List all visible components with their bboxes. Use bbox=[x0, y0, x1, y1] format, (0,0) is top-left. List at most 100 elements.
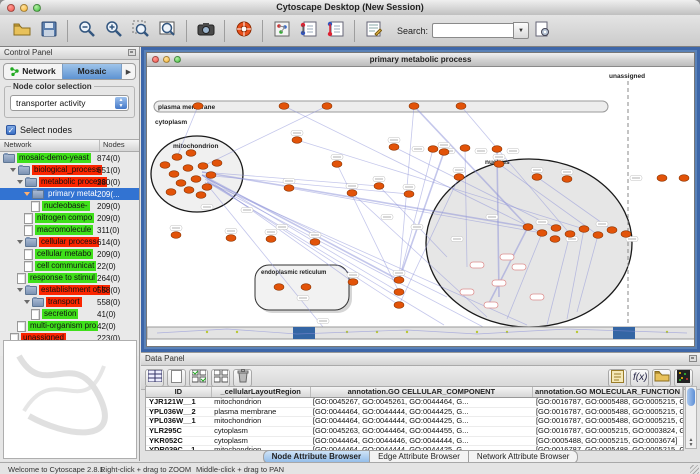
help-button[interactable] bbox=[231, 18, 256, 43]
network-node[interactable] bbox=[394, 302, 404, 309]
expander-icon[interactable] bbox=[24, 300, 30, 304]
table-cell[interactable]: [GO:0005488, GO:0005215, GO:0003674] bbox=[533, 437, 683, 446]
tree-row-cellular-process[interactable]: cellular process614(0) bbox=[0, 236, 139, 248]
column-header[interactable]: ID bbox=[146, 387, 212, 397]
table-cell[interactable]: [GO:0016787, GO:0005215, GO:0003824, G..… bbox=[533, 427, 683, 436]
table-scrollbar[interactable]: ▲▼ bbox=[685, 386, 697, 449]
tree-row-cell-communicat[interactable]: cell communicat22(0) bbox=[0, 260, 139, 272]
column-header[interactable]: annotation.GO CELLULAR_COMPONENT bbox=[311, 387, 533, 397]
tree-row-nucleobase-[interactable]: nucleobase-209(0) bbox=[0, 200, 139, 212]
network-node[interactable] bbox=[537, 230, 547, 237]
expander-icon[interactable] bbox=[17, 240, 23, 244]
float-data-panel-icon[interactable] bbox=[689, 355, 697, 362]
resize-grip[interactable] bbox=[690, 465, 699, 474]
select-attributes-button[interactable] bbox=[189, 369, 208, 387]
table-cell[interactable]: YPL036W__2 bbox=[146, 408, 211, 417]
network-node[interactable] bbox=[184, 187, 194, 194]
network-node[interactable] bbox=[332, 161, 342, 168]
table-cell[interactable]: [GO:0044464, GO:0044446, GO:0044444, G..… bbox=[310, 437, 533, 446]
open-file-button[interactable] bbox=[9, 18, 34, 43]
network-node[interactable] bbox=[310, 239, 320, 246]
network-node[interactable] bbox=[374, 183, 384, 190]
import-attributes-button[interactable] bbox=[652, 369, 671, 387]
network-node[interactable] bbox=[456, 103, 466, 110]
tab-network[interactable]: Network bbox=[4, 64, 62, 79]
network-node[interactable] bbox=[389, 144, 399, 151]
tree-row-metabolic-process[interactable]: metabolic process280(0) bbox=[0, 176, 139, 188]
table-cell[interactable]: [GO:0045263, GO:0044464, GO:0044455, G..… bbox=[310, 427, 533, 436]
tree-col-network[interactable]: Network bbox=[0, 140, 100, 151]
network-node[interactable] bbox=[494, 161, 504, 168]
tree-row-multi-organism-pro[interactable]: multi-organism pro42(0) bbox=[0, 320, 139, 332]
network-node[interactable] bbox=[274, 284, 284, 291]
network-node[interactable] bbox=[166, 189, 176, 196]
table-cell[interactable]: [GO:0016787, GO:0005488, GO:0005215, G..… bbox=[533, 408, 683, 417]
tree-row-primary-metabo[interactable]: primary metabo209(... bbox=[0, 188, 139, 200]
tree-row-cellular-metabo[interactable]: cellular metabo209(0) bbox=[0, 248, 139, 260]
network-node[interactable] bbox=[593, 232, 603, 239]
network-node[interactable] bbox=[172, 154, 182, 161]
table-cell[interactable]: [GO:0016787, GO:0005488, GO:0005215, G..… bbox=[533, 398, 683, 407]
node-attribute-tool-button[interactable] bbox=[296, 18, 321, 43]
network-node[interactable] bbox=[409, 103, 419, 110]
network-node[interactable] bbox=[301, 284, 311, 291]
network-node[interactable] bbox=[579, 226, 589, 233]
zoom-selected-region-button[interactable] bbox=[128, 18, 153, 43]
network-node[interactable] bbox=[176, 180, 186, 187]
tree-col-nodes[interactable]: Nodes bbox=[100, 140, 139, 151]
network-node[interactable] bbox=[551, 225, 561, 232]
network-node[interactable] bbox=[212, 160, 222, 167]
search-input[interactable] bbox=[432, 23, 513, 38]
table-row[interactable]: YLR295Ccytoplasm[GO:0045263, GO:0044464,… bbox=[146, 427, 683, 437]
network-node[interactable] bbox=[492, 146, 502, 153]
network-node[interactable] bbox=[460, 145, 470, 152]
network-node[interactable] bbox=[532, 174, 542, 181]
zoom-in-button[interactable] bbox=[101, 18, 126, 43]
table-cell[interactable]: [GO:0044464, GO:0044444, GO:0044425, G..… bbox=[310, 408, 533, 417]
expander-icon[interactable] bbox=[10, 168, 16, 172]
network-node[interactable] bbox=[292, 137, 302, 144]
network-node[interactable] bbox=[279, 103, 289, 110]
table-row[interactable]: YKR052Ccytoplasm[GO:0044464, GO:0044446,… bbox=[146, 437, 683, 447]
network-node[interactable] bbox=[523, 224, 533, 231]
network-canvas[interactable]: plasma membranecytoplasmnucleusmitochond… bbox=[147, 67, 694, 346]
save-session-button[interactable] bbox=[36, 18, 61, 43]
network-node[interactable] bbox=[348, 279, 358, 286]
tree-row-biological-process[interactable]: biological_process651(0) bbox=[0, 164, 139, 176]
select-nodes-checkbox[interactable]: ✓ bbox=[6, 125, 16, 135]
expander-icon[interactable] bbox=[17, 180, 23, 184]
network-node[interactable] bbox=[183, 165, 193, 172]
table-cell[interactable]: YJR121W__1 bbox=[146, 398, 211, 407]
network-node[interactable] bbox=[171, 232, 181, 239]
network-node[interactable] bbox=[562, 176, 572, 183]
table-row[interactable]: YPL036W__1mitochondrion[GO:0044464, GO:0… bbox=[146, 417, 683, 427]
table-cell[interactable]: plasma membrane bbox=[211, 408, 310, 417]
delete-attribute-button[interactable] bbox=[233, 369, 252, 387]
float-panel-icon[interactable] bbox=[128, 49, 136, 56]
network-node[interactable] bbox=[206, 172, 216, 179]
network-node[interactable] bbox=[169, 171, 179, 178]
network-node[interactable] bbox=[394, 289, 404, 296]
table-cell[interactable]: mitochondrion bbox=[211, 417, 310, 426]
table-cell[interactable]: [GO:0045267, GO:0045261, GO:0044464, G..… bbox=[310, 398, 533, 407]
network-node[interactable] bbox=[454, 174, 464, 181]
network-node[interactable] bbox=[621, 231, 631, 238]
network-node[interactable] bbox=[394, 277, 404, 284]
tree-row-transport[interactable]: transport558(0) bbox=[0, 296, 139, 308]
table-cell[interactable]: [GO:0016787, GO:0005488, GO:0005215, G..… bbox=[533, 417, 683, 426]
table-cell[interactable]: [GO:0044464, GO:0044444, GO:0044425, G..… bbox=[310, 417, 533, 426]
network-node[interactable] bbox=[198, 163, 208, 170]
network-node[interactable] bbox=[565, 231, 575, 238]
network-node[interactable] bbox=[266, 236, 276, 243]
network-node[interactable] bbox=[404, 191, 414, 198]
network-node[interactable] bbox=[347, 190, 357, 197]
network-overview-button[interactable] bbox=[269, 18, 294, 43]
snapshot-button[interactable] bbox=[193, 18, 218, 43]
zoom-out-button[interactable] bbox=[74, 18, 99, 43]
matrix-view-button[interactable] bbox=[674, 369, 693, 387]
network-node[interactable] bbox=[202, 184, 212, 191]
network-node[interactable] bbox=[186, 150, 196, 157]
network-node[interactable] bbox=[657, 175, 667, 182]
annotation-form-button[interactable] bbox=[361, 18, 386, 43]
network-node[interactable] bbox=[193, 103, 203, 110]
